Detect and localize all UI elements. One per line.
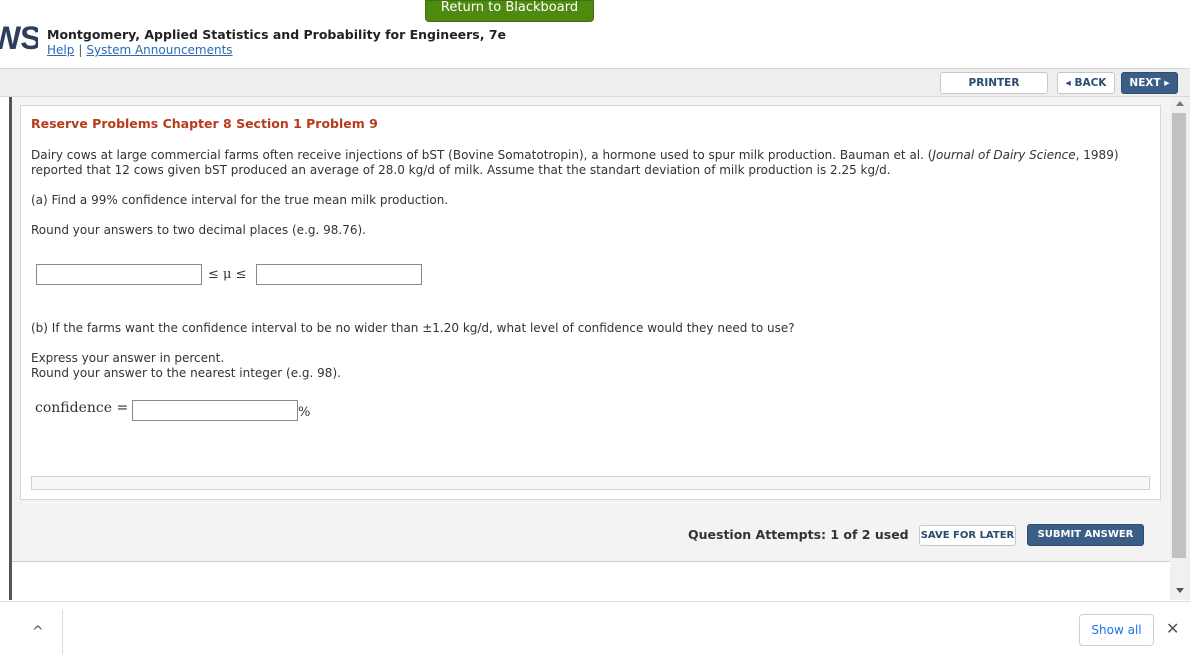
chevron-up-icon[interactable]: ^ bbox=[32, 624, 44, 640]
journal-name: Journal of Dairy Science bbox=[932, 148, 1076, 162]
return-to-blackboard-button[interactable]: Return to Blackboard bbox=[425, 0, 594, 22]
download-bar: ^ Show all ✕ bbox=[0, 601, 1190, 657]
part-b-express: Express your answer in percent. bbox=[31, 351, 225, 365]
lower-bound-input[interactable] bbox=[36, 264, 202, 285]
next-button[interactable]: NEXT ▸ bbox=[1121, 72, 1178, 94]
book-title: Montgomery, Applied Statistics and Proba… bbox=[47, 27, 507, 42]
confidence-label: confidence = bbox=[35, 400, 129, 416]
question-title: Reserve Problems Chapter 8 Section 1 Pro… bbox=[31, 116, 378, 131]
intro-text-3: reported that 12 cows given bST produced… bbox=[31, 163, 891, 177]
download-bar-separator bbox=[62, 610, 63, 654]
part-a-rounding: Round your answers to two decimal places… bbox=[31, 223, 366, 237]
submit-answer-button[interactable]: SUBMIT ANSWER bbox=[1027, 524, 1144, 546]
link-separator: | bbox=[78, 43, 83, 57]
system-announcements-link[interactable]: System Announcements bbox=[86, 43, 232, 57]
logo-text: WS bbox=[0, 22, 38, 54]
confidence-input[interactable] bbox=[132, 400, 298, 421]
wileyplus-logo: WS bbox=[0, 22, 38, 54]
question-intro: Dairy cows at large commercial farms oft… bbox=[31, 148, 1151, 178]
vertical-scrollbar[interactable] bbox=[1170, 97, 1190, 600]
save-for-later-button[interactable]: SAVE FOR LATER bbox=[919, 525, 1016, 546]
interval-symbol: ≤ μ ≤ bbox=[208, 267, 247, 282]
printer-version-button[interactable]: PRINTER VERSION bbox=[940, 72, 1048, 109]
question-toolbar: PRINTER VERSION ◂ BACK NEXT ▸ bbox=[0, 68, 1190, 109]
part-a-prompt: (a) Find a 99% confidence interval for t… bbox=[31, 193, 449, 207]
feedback-strip bbox=[31, 476, 1150, 490]
close-icon[interactable]: ✕ bbox=[1166, 619, 1179, 638]
intro-text-1: Dairy cows at large commercial farms oft… bbox=[31, 148, 933, 162]
scroll-down-arrow-icon[interactable] bbox=[1176, 588, 1184, 593]
scroll-up-arrow-icon[interactable] bbox=[1176, 101, 1184, 106]
upper-bound-input[interactable] bbox=[256, 264, 422, 285]
question-attempts: Question Attempts: 1 of 2 used bbox=[688, 527, 909, 542]
part-b-rounding: Round your answer to the nearest integer… bbox=[31, 366, 341, 380]
back-button[interactable]: ◂ BACK bbox=[1057, 72, 1115, 94]
content-divider bbox=[12, 561, 1170, 562]
header-links: Help | System Announcements bbox=[47, 43, 233, 57]
part-b-prompt: (b) If the farms want the confidence int… bbox=[31, 321, 795, 335]
help-link[interactable]: Help bbox=[47, 43, 74, 57]
scroll-thumb[interactable] bbox=[1172, 113, 1186, 558]
intro-text-2: , 1989) bbox=[1075, 148, 1119, 162]
show-all-button[interactable]: Show all bbox=[1079, 614, 1154, 646]
percent-sign: % bbox=[298, 405, 311, 420]
